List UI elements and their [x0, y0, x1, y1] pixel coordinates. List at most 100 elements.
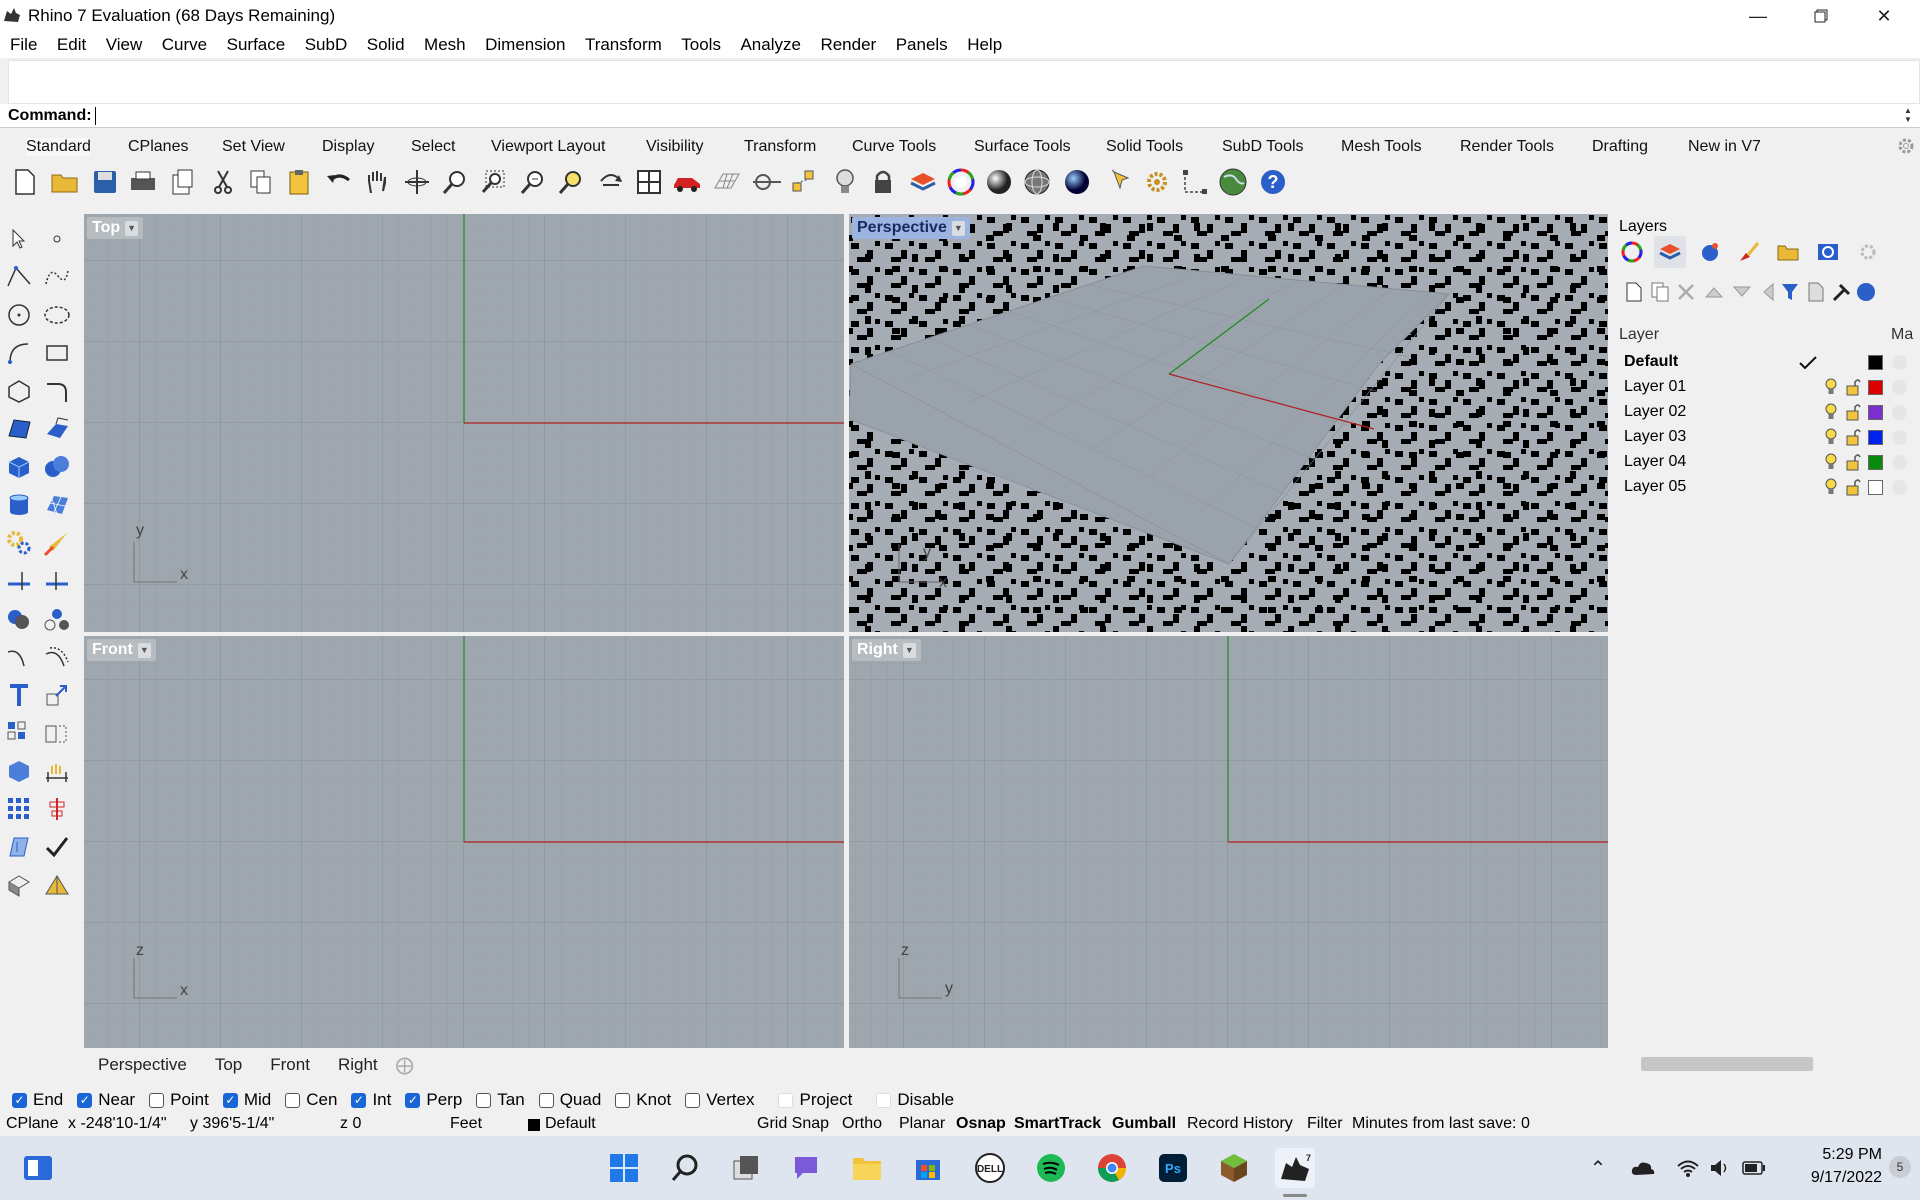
- command-input[interactable]: [96, 106, 1896, 126]
- checkbox-checked-icon[interactable]: ✓: [351, 1092, 367, 1108]
- array-tool[interactable]: [2, 716, 36, 750]
- four-viewports-button[interactable]: [632, 165, 666, 199]
- viewport-tab-front[interactable]: Front: [270, 1055, 310, 1075]
- menu-help[interactable]: Help: [967, 35, 1002, 55]
- menu-analyze[interactable]: Analyze: [740, 35, 800, 55]
- tab-viewport-layout[interactable]: Viewport Layout: [491, 138, 605, 156]
- gumball-button[interactable]: [1178, 165, 1212, 199]
- menu-solid[interactable]: Solid: [367, 35, 405, 55]
- file-explorer-button[interactable]: [847, 1148, 887, 1188]
- osnap-tan[interactable]: Tan: [476, 1090, 525, 1110]
- cut-button[interactable]: [206, 165, 240, 199]
- status-units[interactable]: Feet: [450, 1115, 482, 1133]
- extrude-tool[interactable]: [40, 412, 74, 446]
- toolbar-settings-button[interactable]: [1896, 136, 1916, 161]
- select-button[interactable]: [1104, 165, 1138, 199]
- menu-dimension[interactable]: Dimension: [485, 35, 565, 55]
- cylinder-tool[interactable]: [2, 488, 36, 522]
- save-button[interactable]: [88, 165, 122, 199]
- column-header-material[interactable]: Ma: [1891, 326, 1913, 344]
- tab-standard[interactable]: Standard: [26, 138, 91, 156]
- osnap-toggle[interactable]: Osnap: [956, 1115, 1006, 1133]
- menu-edit[interactable]: Edit: [57, 35, 86, 55]
- ellipse-tool[interactable]: [40, 298, 74, 332]
- viewport-front[interactable]: Front ▼ z x: [84, 636, 844, 1048]
- chat-button[interactable]: [786, 1148, 826, 1188]
- grid-button[interactable]: [710, 165, 744, 199]
- layer-name[interactable]: Layer 05: [1624, 478, 1686, 496]
- gumball-toggle[interactable]: Gumball: [1112, 1115, 1176, 1133]
- osnap-cen[interactable]: Cen: [285, 1090, 337, 1110]
- tab-render-tools[interactable]: Render Tools: [1460, 138, 1554, 156]
- mesh-tool[interactable]: [40, 488, 74, 522]
- viewport-right[interactable]: Right ▼ z y: [849, 636, 1608, 1048]
- copy-button[interactable]: [244, 165, 278, 199]
- unlock-icon[interactable]: [1845, 403, 1861, 421]
- layer-row[interactable]: Layer 05: [1616, 475, 1920, 500]
- tab-libraries[interactable]: [1772, 236, 1804, 268]
- drafting-tool[interactable]: [40, 868, 74, 902]
- microsoft-store-button[interactable]: [908, 1148, 948, 1188]
- grid-array-tool[interactable]: [2, 792, 36, 826]
- checkbox-icon[interactable]: [615, 1092, 631, 1108]
- smarttrack-toggle[interactable]: SmartTrack: [1014, 1115, 1101, 1133]
- restore-button[interactable]: [1790, 0, 1852, 32]
- curve-from-object-tool[interactable]: [2, 640, 36, 674]
- tab-settings[interactable]: [1852, 236, 1884, 268]
- checkbox-checked-icon[interactable]: ✓: [77, 1092, 93, 1108]
- osnap-knot[interactable]: Knot: [615, 1090, 671, 1110]
- dell-button[interactable]: DELL: [970, 1148, 1010, 1188]
- layer-material-swatch[interactable]: [1892, 405, 1907, 420]
- snap-button[interactable]: [788, 165, 822, 199]
- battery-button[interactable]: [1734, 1148, 1774, 1188]
- layer-name[interactable]: Layer 01: [1624, 378, 1686, 396]
- checkbox-checked-icon[interactable]: ✓: [405, 1092, 421, 1108]
- viewport-label-perspective[interactable]: Perspective ▼: [852, 217, 970, 239]
- tab-mesh-tools[interactable]: Mesh Tools: [1341, 138, 1422, 156]
- tab-subd-tools[interactable]: SubD Tools: [1222, 138, 1304, 156]
- surface-tool[interactable]: [2, 412, 36, 446]
- print-button[interactable]: [126, 165, 160, 199]
- open-button[interactable]: [48, 165, 82, 199]
- menu-file[interactable]: File: [10, 35, 37, 55]
- zoom-selected-button[interactable]: [554, 165, 588, 199]
- osnap-project[interactable]: Project: [778, 1090, 852, 1110]
- tab-render[interactable]: [1694, 236, 1726, 268]
- layer-row[interactable]: Layer 04: [1616, 450, 1920, 475]
- box-tool[interactable]: [2, 450, 36, 484]
- minimize-button[interactable]: —: [1727, 0, 1789, 32]
- minecraft-button[interactable]: [1214, 1148, 1254, 1188]
- tab-select[interactable]: Select: [411, 138, 455, 156]
- checkbox-icon[interactable]: [778, 1092, 794, 1108]
- object-properties-button[interactable]: [944, 165, 978, 199]
- osnap-point[interactable]: Point: [149, 1090, 209, 1110]
- dimension-tool[interactable]: [40, 754, 74, 788]
- tab-materials[interactable]: [1732, 236, 1764, 268]
- zoom-extents-button[interactable]: [516, 165, 550, 199]
- spotlight-tool[interactable]: [40, 526, 74, 560]
- text-tool[interactable]: [2, 678, 36, 712]
- menu-render[interactable]: Render: [820, 35, 876, 55]
- layout-tool[interactable]: [2, 830, 36, 864]
- current-layer-check-icon[interactable]: [1798, 355, 1818, 371]
- clock-time[interactable]: 5:29 PM: [1796, 1146, 1882, 1164]
- polyline-tool[interactable]: [2, 260, 36, 294]
- construction-plane-button[interactable]: [750, 165, 784, 199]
- rendered-sphere-button[interactable]: [1060, 165, 1094, 199]
- layer-name[interactable]: Layer 02: [1624, 403, 1686, 421]
- explode-tool[interactable]: [40, 602, 74, 636]
- tab-layers[interactable]: [1654, 236, 1686, 268]
- osnap-near[interactable]: ✓ Near: [77, 1090, 135, 1110]
- unlock-icon[interactable]: [1845, 378, 1861, 396]
- arc-tool[interactable]: [2, 336, 36, 370]
- record-history-toggle[interactable]: Record History: [1187, 1115, 1293, 1133]
- menu-curve[interactable]: Curve: [162, 35, 207, 55]
- rectangle-tool[interactable]: [40, 336, 74, 370]
- rendering-button[interactable]: [1216, 165, 1250, 199]
- layer-name[interactable]: Default: [1624, 353, 1678, 371]
- gumball-align-tool[interactable]: [40, 792, 74, 826]
- tab-curve-tools[interactable]: Curve Tools: [852, 138, 936, 156]
- curve-tool[interactable]: [40, 260, 74, 294]
- circle-tool[interactable]: [2, 298, 36, 332]
- menu-surface[interactable]: Surface: [227, 35, 286, 55]
